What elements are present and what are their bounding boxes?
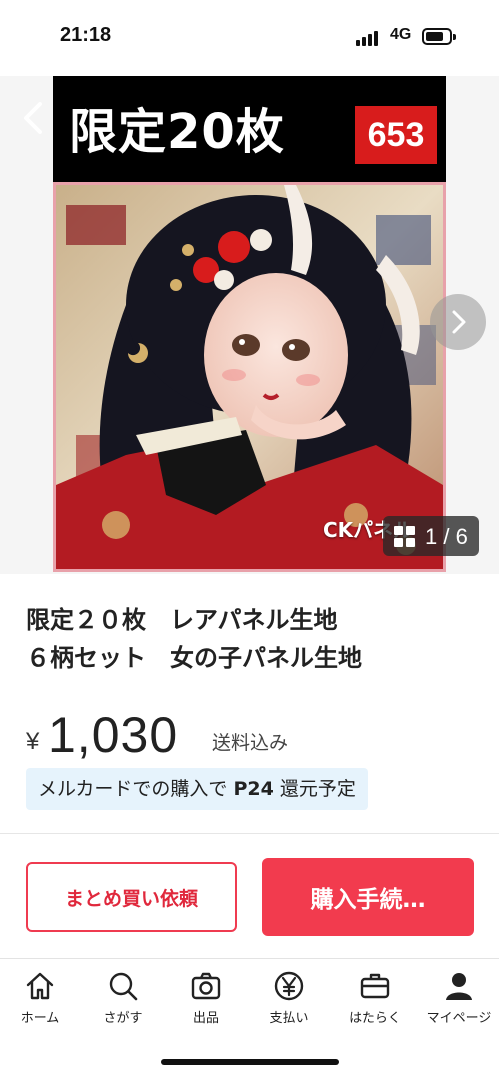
promo-prefix: メルカードでの購入で [38,778,234,800]
nav-item-home[interactable]: ホーム [0,969,80,1039]
battery-icon [422,28,456,45]
banner-text: 限定20枚 [69,104,285,160]
status-bar: 21:18 4G [0,0,499,76]
image-banner: 限定20枚 653 [53,76,446,182]
promo-points: P24 [233,778,274,800]
nav-item-mypage[interactable]: マイページ [419,969,499,1039]
nav-item-sell[interactable]: 出品 [166,969,246,1039]
nav-label-sell: 出品 [192,1011,219,1026]
briefcase-icon [360,973,390,999]
nav-item-work[interactable]: はたらく [335,969,415,1039]
image-counter-text: 1 / 6 [425,524,468,549]
home-icon [26,972,54,1000]
chevron-right-icon [452,310,466,334]
yen-icon [274,971,304,1001]
promo-suffix: 還元予定 [273,778,356,800]
purchase-label: 購入手続… [310,887,426,913]
grid-icon [394,526,416,548]
banner-badge: 653 [355,106,437,164]
divider [0,833,499,834]
illustration-art [56,185,443,569]
home-indicator[interactable] [161,1059,339,1065]
shipping-label: 送料込み [212,732,289,754]
nav-label-work: はたらく [349,1011,401,1026]
signal-icon [356,30,384,46]
nav-label-payment: 支払い [269,1011,309,1026]
nav-item-payment[interactable]: 支払い [249,969,329,1039]
search-icon [109,972,138,1001]
network-type: 4G [390,26,412,43]
camera-icon [191,972,221,1000]
bulk-purchase-request-button[interactable]: まとめ買い依頼 [26,862,237,932]
product-image: 限定20枚 653 CKパネル [53,76,446,572]
image-counter[interactable]: 1 / 6 [383,516,479,556]
nav-item-search[interactable]: さがす [83,969,163,1039]
purchase-button[interactable]: 購入手続… [262,858,474,936]
next-image-button[interactable] [430,294,486,350]
currency-symbol: ¥ [26,728,40,755]
back-chevron-icon[interactable] [14,90,54,146]
nav-label-search: さがす [103,1011,143,1026]
product-title: 限定２０枚 レアパネル生地 ６柄セット 女の子パネル生地 [26,606,362,672]
person-icon [446,973,472,1000]
product-image-carousel[interactable]: 限定20枚 653 CKパネル 1 / 6 [0,76,499,574]
status-time: 21:18 [60,24,112,46]
price: 1,030 [48,707,179,763]
bulk-purchase-label: まとめ買い依頼 [64,887,198,910]
nav-label-mypage: マイページ [426,1011,492,1026]
nav-label-home: ホーム [20,1011,60,1026]
point-promo-banner[interactable]: メルカードでの購入で P24 還元予定 [26,768,368,810]
